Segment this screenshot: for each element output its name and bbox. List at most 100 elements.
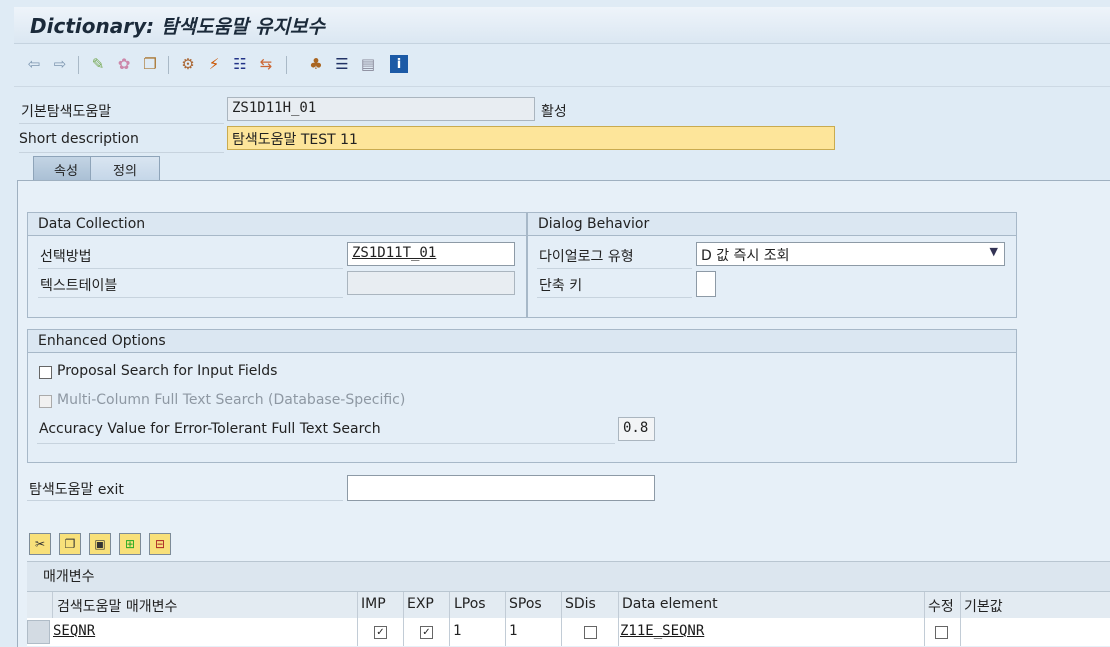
status-text: 활성 — [541, 104, 567, 120]
exp-check-mark: ✓ — [422, 627, 431, 638]
exp-checkbox[interactable]: ✓ — [420, 626, 433, 639]
application-toolbar: ⇦ ⇨ ✎ ✿ ❐ ⚙ ⚡ ☷ ⇆ ♣ ☰ ▤ i — [14, 44, 1110, 87]
search-help-label: 기본탐색도움말 — [21, 104, 112, 120]
title-sub: 탐색도움말 유지보수 — [161, 16, 326, 38]
check-icon[interactable]: ⚙ — [178, 54, 198, 74]
search-help-exit-label: 탐색도움말 exit — [29, 482, 124, 498]
column-spos[interactable]: SPos — [509, 596, 542, 612]
layout-icon[interactable]: ▤ — [358, 54, 378, 74]
column-divider — [403, 618, 404, 646]
column-divider — [924, 618, 925, 646]
column-divider — [924, 592, 925, 618]
column-default[interactable]: 기본값 — [964, 596, 1003, 616]
column-divider — [505, 592, 506, 618]
column-divider — [403, 592, 404, 618]
toolbar-separator — [78, 56, 79, 74]
search-help-field[interactable]: ZS1D11H_01 — [227, 97, 535, 121]
hotkey-label: 단축 키 — [539, 278, 583, 294]
column-divider — [561, 592, 562, 618]
title-bar: Dictionary: 탐색도움말 유지보수 — [14, 7, 1110, 44]
parameters-header — [27, 561, 1110, 592]
column-imp[interactable]: IMP — [361, 596, 386, 612]
delete-row-icon[interactable]: ⊟ — [149, 533, 171, 555]
column-divider — [960, 618, 961, 646]
column-divider — [618, 592, 619, 618]
display-change-icon[interactable]: ✎ — [88, 54, 108, 74]
dialog-type-select[interactable]: D 값 즉시 조회 ▼ — [696, 242, 1005, 266]
navigate-icon[interactable]: ⇆ — [256, 54, 276, 74]
row-selector[interactable] — [27, 620, 50, 644]
divider — [38, 297, 343, 298]
multicolumn-search-checkbox — [39, 395, 52, 408]
text-table-field[interactable] — [347, 271, 515, 295]
hotkey-field[interactable] — [696, 271, 716, 297]
accuracy-field[interactable]: 0.8 — [618, 417, 655, 441]
accuracy-label: Accuracy Value for Error-Tolerant Full T… — [39, 421, 381, 437]
back-arrow-icon[interactable]: ⇦ — [24, 54, 44, 74]
dialog-behavior-title: Dialog Behavior — [528, 213, 1016, 236]
enhanced-options-title: Enhanced Options — [28, 330, 1016, 353]
data-element-cell[interactable]: Z11E_SEQNR — [620, 623, 704, 639]
param-name-cell[interactable]: SEQNR — [53, 623, 95, 639]
documentation-icon[interactable]: ☰ — [332, 54, 352, 74]
divider — [38, 268, 343, 269]
tab-definition[interactable]: 정의 — [90, 156, 160, 181]
window-title: Dictionary: 탐색도움말 유지보수 — [30, 12, 325, 39]
column-divider — [561, 618, 562, 646]
other-object-icon[interactable]: ❐ — [140, 54, 160, 74]
column-lpos[interactable]: LPos — [454, 596, 486, 612]
paste-icon[interactable]: ▣ — [89, 533, 111, 555]
short-description-label: Short description — [19, 131, 139, 147]
multicolumn-search-label: Multi-Column Full Text Search (Database-… — [57, 392, 406, 408]
dialog-type-value: D 값 즉시 조회 — [701, 248, 790, 264]
column-divider — [52, 592, 53, 618]
spos-cell[interactable]: 1 — [509, 623, 517, 639]
divider — [37, 443, 615, 444]
imp-check-mark: ✓ — [376, 627, 385, 638]
copy-icon[interactable]: ❐ — [59, 533, 81, 555]
column-data-element[interactable]: Data element — [622, 596, 718, 612]
where-used-icon[interactable]: ⚡ — [204, 54, 224, 74]
search-help-exit-field[interactable] — [347, 475, 655, 501]
activate-icon[interactable]: ✿ — [114, 54, 134, 74]
hierarchy-icon[interactable]: ♣ — [306, 54, 326, 74]
toolbar-separator — [286, 56, 287, 74]
column-divider — [618, 618, 619, 646]
proposal-search-label: Proposal Search for Input Fields — [57, 363, 278, 379]
divider — [537, 268, 692, 269]
chevron-down-icon[interactable]: ▼ — [990, 245, 998, 258]
column-divider — [357, 618, 358, 646]
modify-checkbox[interactable] — [935, 626, 948, 639]
sdis-checkbox[interactable] — [584, 626, 597, 639]
info-icon[interactable]: i — [390, 55, 408, 73]
object-list-icon[interactable]: ☷ — [230, 54, 250, 74]
dialog-type-label: 다이얼로그 유형 — [539, 249, 634, 265]
selection-method-label: 선택방법 — [40, 249, 92, 265]
column-modify[interactable]: 수정 — [928, 596, 954, 616]
column-divider — [505, 618, 506, 646]
column-divider — [449, 592, 450, 618]
parameters-title: 매개변수 — [43, 569, 95, 585]
insert-row-icon[interactable]: ⊞ — [119, 533, 141, 555]
forward-arrow-icon[interactable]: ⇨ — [50, 54, 70, 74]
column-sdis[interactable]: SDis — [565, 596, 596, 612]
short-description-field[interactable]: 탐색도움말 TEST 11 — [227, 126, 835, 150]
column-divider — [960, 592, 961, 618]
text-table-label: 텍스트테이블 — [40, 278, 118, 294]
cut-icon[interactable]: ✂ — [29, 533, 51, 555]
column-divider — [449, 618, 450, 646]
divider — [19, 152, 224, 153]
proposal-search-checkbox[interactable] — [39, 366, 52, 379]
column-divider — [357, 592, 358, 618]
selection-method-field[interactable]: ZS1D11T_01 — [347, 242, 515, 266]
column-param[interactable]: 검색도움말 매개변수 — [57, 596, 177, 616]
lpos-cell[interactable]: 1 — [453, 623, 461, 639]
column-exp[interactable]: EXP — [407, 596, 434, 612]
toolbar-separator — [168, 56, 169, 74]
imp-checkbox[interactable]: ✓ — [374, 626, 387, 639]
divider — [19, 123, 224, 124]
title-main: Dictionary: — [30, 14, 155, 38]
divider — [27, 500, 343, 501]
data-collection-title: Data Collection — [28, 213, 526, 236]
divider — [537, 297, 692, 298]
